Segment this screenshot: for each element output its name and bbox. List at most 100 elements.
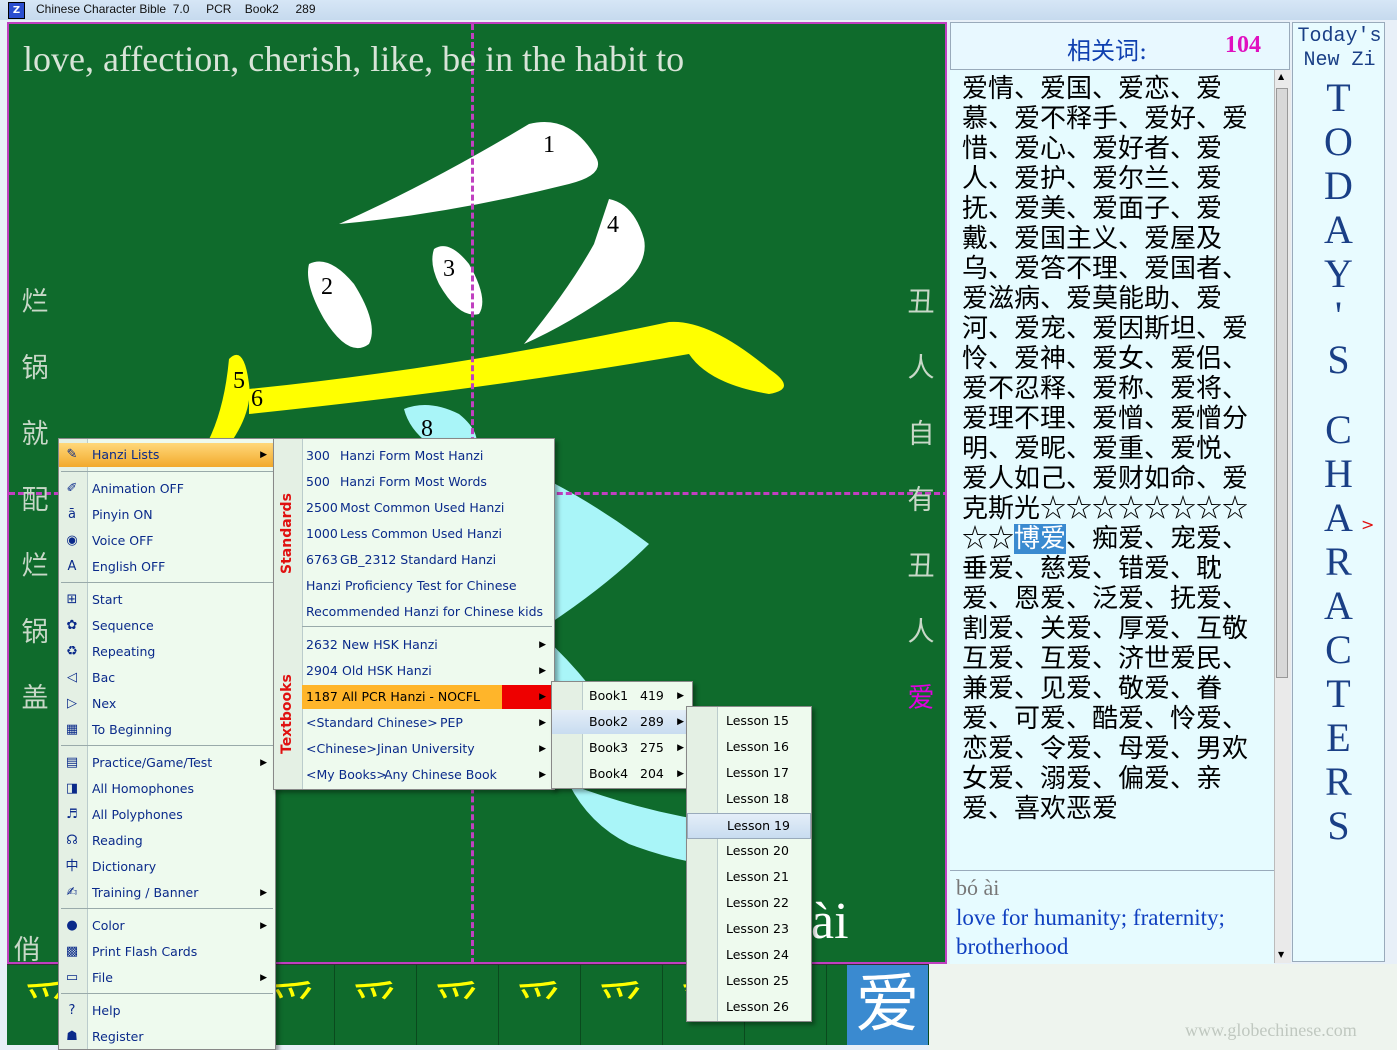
main-menu-item[interactable]: ◉ Voice OFF bbox=[59, 529, 273, 553]
standards-label: Standards bbox=[279, 493, 295, 575]
main-menu-item[interactable]: ✎ Hanzi Lists ▶ bbox=[59, 443, 273, 467]
main-menu-item[interactable]: ▤ Practice/Game/Test ▶ bbox=[59, 751, 273, 775]
standards-item-label: Hanzi Proficiency Test for Chinese bbox=[306, 578, 517, 593]
textbooks-list-item[interactable]: <Standard Chinese> PEP ▶ bbox=[302, 711, 552, 735]
main-menu-item[interactable]: ☊ Reading bbox=[59, 829, 273, 853]
window-title: Chinese Character Bible 7.0 PCR Book2 28… bbox=[36, 2, 316, 16]
stroke-number-3: 3 bbox=[443, 256, 455, 282]
main-menu-item[interactable]: ✐ Animation OFF bbox=[59, 477, 273, 501]
main-menu-item[interactable]: ☗ Register bbox=[59, 1025, 273, 1049]
textbooks-list-item[interactable]: 2632 New HSK Hanzi ▶ bbox=[302, 633, 552, 657]
todays-vertical-title: T O D A Y ' S C H A R A C T E R S bbox=[1292, 52, 1385, 848]
textbooks-list-item[interactable]: <My Books> Any Chinese Book ▶ bbox=[302, 763, 552, 787]
main-menu-item[interactable]: A English OFF bbox=[59, 555, 273, 579]
book-label: Book1 bbox=[589, 688, 629, 703]
submenu-arrow-icon: ▶ bbox=[260, 921, 267, 931]
file-icon: ▭ bbox=[65, 970, 79, 985]
textbooks-list-item[interactable]: 2904 Old HSK Hanzi ▶ bbox=[302, 659, 552, 683]
main-menu-item[interactable]: ● Color ▶ bbox=[59, 914, 273, 938]
book-label: Book3 bbox=[589, 740, 629, 755]
textbooks-item-label: Any Chinese Book bbox=[384, 767, 497, 782]
main-menu-item[interactable]: 中 Dictionary bbox=[59, 855, 273, 879]
standards-list-item[interactable]: Hanzi Proficiency Test for Chinese bbox=[302, 574, 552, 598]
lesson-label: Lesson 15 bbox=[726, 713, 789, 728]
book-menu-item[interactable]: Book1 419 ▶ bbox=[552, 684, 690, 708]
main-menu-item-label: Animation OFF bbox=[92, 481, 184, 496]
todays-letter: Y bbox=[1324, 251, 1353, 296]
stroke-thumb[interactable]: 爫 bbox=[417, 965, 499, 1045]
stroke-thumb[interactable]: 爫 bbox=[581, 965, 663, 1045]
lesson-label: Lesson 21 bbox=[726, 869, 789, 884]
stroke-4 bbox=[524, 199, 645, 344]
lesson-label: Lesson 17 bbox=[726, 765, 789, 780]
right-poem-char: 人 bbox=[907, 617, 935, 648]
main-menu-item[interactable]: ✍ Training / Banner ▶ bbox=[59, 881, 273, 905]
main-menu-item[interactable]: ▩ Print Flash Cards bbox=[59, 940, 273, 964]
main-menu-item-label: File bbox=[92, 970, 113, 985]
textbooks-label: Textbooks bbox=[279, 674, 295, 754]
standards-list-item[interactable]: 300 Hanzi Form Most Hanzi bbox=[302, 444, 552, 468]
standards-list-item[interactable]: Recommended Hanzi for Chinese kids bbox=[302, 600, 552, 624]
submenu-arrow-icon: ▶ bbox=[260, 973, 267, 983]
main-menu-item[interactable]: ♬ All Polyphones bbox=[59, 803, 273, 827]
main-menu-item[interactable]: ? Help bbox=[59, 999, 273, 1023]
recycle-icon: ♻ bbox=[66, 644, 78, 659]
lesson-menu-item[interactable]: Lesson 23 bbox=[687, 917, 809, 941]
stroke-thumb[interactable]: 爫 bbox=[335, 965, 417, 1045]
main-menu-item-label: Help bbox=[92, 1003, 121, 1018]
scroll-down-icon[interactable]: ▼ bbox=[1278, 950, 1284, 959]
lesson-menu-item[interactable]: Lesson 19 bbox=[687, 813, 811, 839]
standards-list-item[interactable]: 1000 Less Common Used Hanzi bbox=[302, 522, 552, 546]
standards-list-item[interactable]: 2500 Most Common Used Hanzi bbox=[302, 496, 552, 520]
scroll-up-icon[interactable]: ▲ bbox=[1278, 72, 1284, 81]
related-words-count: 104 bbox=[1225, 32, 1261, 58]
textbooks-list-item[interactable]: 1187 All PCR Hanzi - NOCFL ▶ bbox=[302, 685, 552, 709]
todays-header-line1: Today's bbox=[1297, 25, 1382, 48]
main-menu-item[interactable]: ā Pinyin ON bbox=[59, 503, 273, 527]
book-menu-item[interactable]: Book2 289 ▶ bbox=[552, 710, 690, 734]
book-count: 289 bbox=[640, 714, 664, 729]
main-menu-item[interactable]: ▷ Nex bbox=[59, 692, 273, 716]
standards-list-item[interactable]: 500 Hanzi Form Most Words bbox=[302, 470, 552, 494]
lesson-label: Lesson 19 bbox=[727, 818, 790, 833]
app-icon[interactable]: Z bbox=[8, 2, 25, 19]
stroke-thumb-selected[interactable]: 爱 bbox=[847, 965, 929, 1045]
stroke-thumb[interactable]: 爫 bbox=[499, 965, 581, 1045]
book-menu-item[interactable]: Book3 275 ▶ bbox=[552, 736, 690, 760]
lesson-menu-item[interactable]: Lesson 24 bbox=[687, 943, 809, 967]
main-menu-item[interactable]: ▭ File ▶ bbox=[59, 966, 273, 990]
lesson-menu-item[interactable]: Lesson 26 bbox=[687, 995, 809, 1019]
main-menu-item[interactable]: ⊞ Start bbox=[59, 588, 273, 612]
submenu-arrow-icon: ▶ bbox=[260, 450, 267, 460]
scroll-thumb[interactable] bbox=[1276, 88, 1288, 678]
lesson-menu-item[interactable]: Lesson 16 bbox=[687, 735, 809, 759]
lesson-menu-item[interactable]: Lesson 18 bbox=[687, 787, 809, 811]
book-menu-item[interactable]: Book4 204 ▶ bbox=[552, 762, 690, 786]
standards-item-count: 6763 bbox=[306, 552, 338, 567]
character-meaning: love, affection, cherish, like, be in th… bbox=[23, 39, 685, 79]
main-menu-item[interactable]: ◨ All Homophones bbox=[59, 777, 273, 801]
main-menu-item[interactable]: ✿ Sequence bbox=[59, 614, 273, 638]
stroke-number-5: 5 bbox=[233, 368, 245, 394]
character-pinyin: ài bbox=[811, 893, 849, 950]
menu-separator bbox=[61, 745, 273, 746]
todays-letter: O bbox=[1324, 119, 1353, 164]
lesson-menu-item[interactable]: Lesson 25 bbox=[687, 969, 809, 993]
lesson-label: Lesson 22 bbox=[726, 895, 789, 910]
english-icon: A bbox=[67, 559, 77, 574]
main-menu-item[interactable]: ◁ Bac bbox=[59, 666, 273, 690]
main-menu-item[interactable]: ▦ To Beginning bbox=[59, 718, 273, 742]
lesson-menu-item[interactable]: Lesson 15 bbox=[687, 709, 809, 733]
related-words-list[interactable]: 爱情、爱国、爱恋、爱慕、爱不释手、爱好、爱惜、爱心、爱好者、爱人、爱护、爱尔兰、… bbox=[950, 70, 1274, 870]
standards-list-item[interactable]: 6763 GB_2312 Standard Hanzi bbox=[302, 548, 552, 572]
lesson-menu-item[interactable]: Lesson 22 bbox=[687, 891, 809, 915]
lesson-menu-item[interactable]: Lesson 20 bbox=[687, 839, 809, 863]
main-menu-item[interactable]: ♻ Repeating bbox=[59, 640, 273, 664]
submenu-arrow-icon: ▶ bbox=[677, 769, 684, 779]
lesson-menu-item[interactable]: Lesson 21 bbox=[687, 865, 809, 889]
main-menu-item-label: Register bbox=[92, 1029, 144, 1044]
lesson-menu-item[interactable]: Lesson 17 bbox=[687, 761, 809, 785]
textbooks-list-item[interactable]: <Chinese> Jinan University ▶ bbox=[302, 737, 552, 761]
related-word-selected[interactable]: 博爱 bbox=[1014, 524, 1067, 554]
textbooks-item-count: 2632 bbox=[306, 637, 338, 652]
